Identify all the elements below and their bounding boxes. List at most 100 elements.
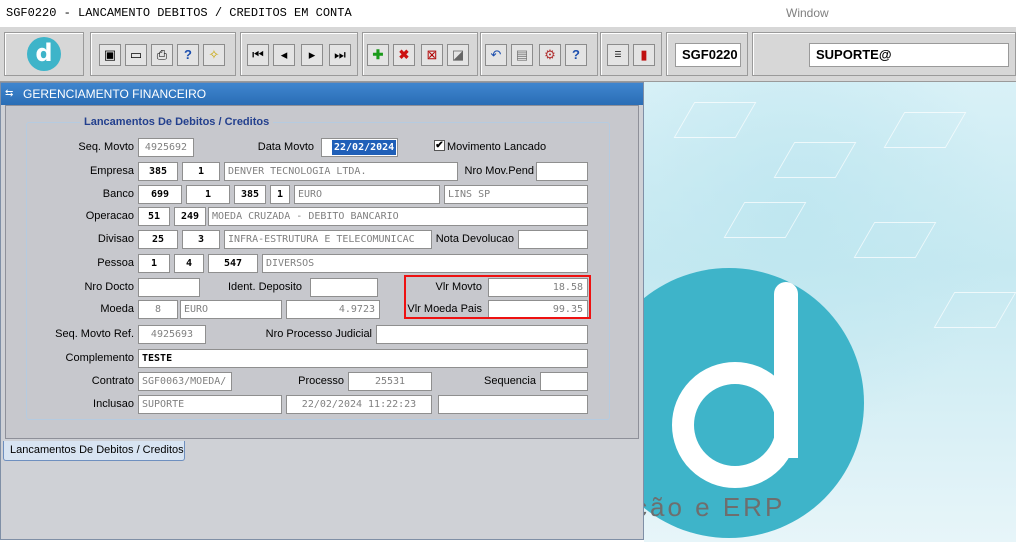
magic-icon[interactable]: ✧ bbox=[203, 44, 225, 66]
save-icon[interactable]: ▣ bbox=[99, 44, 121, 66]
inclusao-label: Inclusao bbox=[93, 398, 134, 410]
divisao-name-field[interactable]: INFRA-ESTRUTURA E TELECOMUNICAC bbox=[224, 230, 432, 249]
nro-processo-judicial-label: Nro Processo Judicial bbox=[265, 328, 372, 340]
data-movto-field[interactable]: 22/02/2024 bbox=[321, 138, 398, 157]
eraser-icon[interactable]: ◪ bbox=[447, 44, 469, 66]
hex-pattern bbox=[933, 292, 1016, 328]
contrato-label: Contrato bbox=[91, 375, 134, 387]
nota-devolucao-label: Nota Devolucao bbox=[435, 233, 514, 245]
inclusao-datetime-field[interactable]: 22/02/2024 11:22:23 bbox=[286, 395, 432, 414]
nro-docto-label: Nro Docto bbox=[84, 281, 134, 293]
processo-label: Processo bbox=[298, 375, 344, 387]
next-record-icon[interactable]: ▸ bbox=[301, 44, 323, 66]
toolbar-group-nav: ⏮ ◂ ▸ ⏭ bbox=[240, 32, 358, 76]
banco-label: Banco bbox=[102, 188, 134, 200]
moeda-code-field[interactable]: 8 bbox=[138, 300, 178, 319]
moeda-name-field[interactable]: EURO bbox=[180, 300, 282, 319]
help-icon[interactable]: ? bbox=[565, 44, 587, 66]
seq-movto-ref-label: Seq. Movto Ref. bbox=[55, 328, 134, 340]
clipboard-icon[interactable]: ▤ bbox=[511, 44, 533, 66]
last-record-icon[interactable]: ⏭ bbox=[329, 44, 351, 66]
help-query-icon[interactable]: ? bbox=[177, 44, 199, 66]
app-title: SGF0220 - LANCAMENTO DEBITOS / CREDITOS … bbox=[6, 6, 352, 20]
empresa-label: Empresa bbox=[89, 165, 134, 177]
first-record-icon[interactable]: ⏮ bbox=[247, 44, 269, 66]
pessoa-name-field[interactable]: DIVERSOS bbox=[262, 254, 588, 273]
insert-record-icon[interactable]: ✚ bbox=[367, 44, 389, 66]
background-tagline: ção e ERP bbox=[644, 492, 786, 522]
section-title: Lancamentos De Debitos / Creditos bbox=[80, 116, 274, 128]
nro-mov-pend-label: Nro Mov.Pend bbox=[464, 165, 535, 177]
banco-name-field[interactable]: EURO bbox=[294, 185, 440, 204]
toolbar-group-file: ▣ ▭ ⎙ ? ✧ bbox=[90, 32, 236, 76]
inclusao-user-field[interactable]: SUPORTE bbox=[138, 395, 282, 414]
exit-icon[interactable]: ▮ bbox=[633, 44, 655, 66]
inclusao-extra-field[interactable] bbox=[438, 395, 588, 414]
banco-digito-field[interactable]: 1 bbox=[270, 185, 290, 204]
delete-record-icon[interactable]: ✖ bbox=[393, 44, 415, 66]
banco-city-field[interactable]: LINS SP bbox=[444, 185, 588, 204]
toolbar-group-edit: ✚ ✖ ⊠ ◪ bbox=[362, 32, 478, 76]
print-preview-icon[interactable]: ▭ bbox=[125, 44, 147, 66]
operacao-name-field[interactable]: MOEDA CRUZADA - DEBITO BANCARIO bbox=[208, 207, 588, 226]
banco-conta-field[interactable]: 385 bbox=[234, 185, 266, 204]
movimento-lancado-checkbox[interactable]: ✔ bbox=[434, 140, 445, 151]
empresa-sub-field[interactable]: 1 bbox=[182, 162, 220, 181]
ident-deposito-field[interactable] bbox=[310, 278, 378, 297]
banco-code-field[interactable]: 699 bbox=[138, 185, 182, 204]
clear-icon[interactable]: ⊠ bbox=[421, 44, 443, 66]
nota-devolucao-field[interactable] bbox=[518, 230, 588, 249]
seq-movto-ref-field[interactable]: 4925693 bbox=[138, 325, 206, 344]
divisao-sub-field[interactable]: 3 bbox=[182, 230, 220, 249]
module-code: SGF0220 bbox=[675, 43, 741, 67]
contrato-field[interactable]: SGF0063/MOEDA/ bbox=[138, 372, 232, 391]
nro-docto-field[interactable] bbox=[138, 278, 200, 297]
seq-movto-label: Seq. Movto bbox=[78, 141, 134, 153]
complemento-label: Complemento bbox=[65, 352, 134, 364]
complemento-field[interactable]: TESTE bbox=[138, 349, 588, 368]
tools-icon[interactable]: ⚙ bbox=[539, 44, 561, 66]
window-menu[interactable]: Window bbox=[786, 6, 829, 20]
empresa-code-field[interactable]: 385 bbox=[138, 162, 178, 181]
prev-record-icon[interactable]: ◂ bbox=[273, 44, 295, 66]
sequencia-label: Sequencia bbox=[484, 375, 536, 387]
toolbar-group-exit: ☰ ▮ bbox=[600, 32, 662, 76]
nro-processo-judicial-field[interactable] bbox=[376, 325, 588, 344]
moeda-rate-field[interactable]: 4.9723 bbox=[286, 300, 380, 319]
processo-field[interactable]: 25531 bbox=[348, 372, 432, 391]
menu-icon[interactable]: ☰ bbox=[607, 44, 629, 66]
empresa-name-field[interactable]: DENVER TECNOLOGIA LTDA. bbox=[224, 162, 458, 181]
moeda-label: Moeda bbox=[100, 303, 134, 315]
banco-agencia-field[interactable]: 1 bbox=[186, 185, 230, 204]
logo-d-stem bbox=[774, 282, 798, 458]
window-bottom-area bbox=[1, 463, 643, 539]
divisao-code-field[interactable]: 25 bbox=[138, 230, 178, 249]
toolbar-group-tools: ↶ ▤ ⚙ ? bbox=[480, 32, 598, 76]
hex-pattern bbox=[723, 202, 807, 238]
pessoa-b-field[interactable]: 4 bbox=[174, 254, 204, 273]
hex-pattern bbox=[773, 142, 857, 178]
pessoa-c-field[interactable]: 547 bbox=[208, 254, 258, 273]
title-bar: SGF0220 - LANCAMENTO DEBITOS / CREDITOS … bbox=[0, 0, 1016, 26]
operacao-code-field[interactable]: 51 bbox=[138, 207, 170, 226]
operacao-label: Operacao bbox=[85, 210, 134, 222]
sequencia-field[interactable] bbox=[540, 372, 588, 391]
toolbar-group-user: SUPORTE@ bbox=[752, 32, 1016, 76]
operacao-sub-field[interactable]: 249 bbox=[174, 207, 206, 226]
data-movto-label: Data Movto bbox=[257, 141, 314, 153]
movimento-lancado-label: Movimento Lancado bbox=[447, 141, 547, 153]
pessoa-label: Pessoa bbox=[97, 257, 134, 269]
print-icon[interactable]: ⎙ bbox=[151, 44, 173, 66]
nro-mov-pend-field[interactable] bbox=[536, 162, 588, 181]
background-art: ção e ERP bbox=[644, 82, 1016, 542]
window-title: GERENCIAMENTO FINANCEIRO bbox=[23, 87, 207, 101]
ident-deposito-label: Ident. Deposito bbox=[228, 281, 302, 293]
undo-icon[interactable]: ↶ bbox=[485, 44, 507, 66]
user-name: SUPORTE@ bbox=[809, 43, 1009, 67]
window-arrows-icon[interactable]: ⇆ bbox=[5, 88, 16, 99]
hex-pattern bbox=[883, 112, 967, 148]
pessoa-a-field[interactable]: 1 bbox=[138, 254, 170, 273]
tab-lancamentos[interactable]: Lancamentos De Debitos / Creditos bbox=[3, 441, 185, 461]
seq-movto-field[interactable]: 4925692 bbox=[138, 138, 194, 157]
logo-icon: d bbox=[27, 37, 61, 71]
